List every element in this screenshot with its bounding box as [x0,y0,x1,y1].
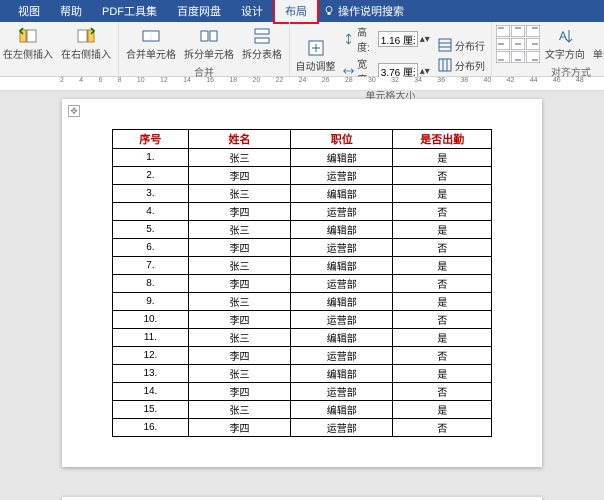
group-cellsize: 自动调整 高度: ▴▾ 宽度: ▴▾ 分布行 [290,22,492,76]
align-bl-icon[interactable] [496,51,510,63]
table-row[interactable]: 3.张三编辑部是 [113,185,492,203]
table-row[interactable]: 7.张三编辑部是 [113,257,492,275]
autofit-button[interactable]: 自动调整 [294,36,337,75]
align-grid[interactable] [496,25,540,63]
align-ml-icon[interactable] [496,38,510,50]
align-br-icon[interactable] [526,51,540,63]
insert-right-icon [76,26,96,46]
split-table-icon [252,26,272,46]
group-align: A 文字方向 单元格边距 对齐方式 [492,22,604,76]
merge-icon [141,26,161,46]
tell-me-search[interactable]: 操作说明搜索 [323,3,404,19]
table-row[interactable]: 9.张三编辑部是 [113,293,492,311]
height-spinner[interactable]: 高度: ▴▾ [342,24,430,54]
group-insert: 在左侧插入 在右侧插入 [0,22,119,76]
table-row[interactable]: 4.李四运营部否 [113,203,492,221]
split-cells-button[interactable]: 拆分单元格 [181,24,237,63]
tab-baidu[interactable]: 百度网盘 [167,0,231,22]
table-row[interactable]: 13.张三编辑部是 [113,365,492,383]
table-row[interactable]: 15.张三编辑部是 [113,401,492,419]
split-table-button[interactable]: 拆分表格 [239,24,285,63]
table-header[interactable]: 职位 [291,130,393,149]
table-row[interactable]: 5.张三编辑部是 [113,221,492,239]
dist-rows-icon [437,37,453,53]
height-icon [342,31,355,47]
autofit-icon [306,38,326,58]
table-header[interactable]: 是否出勤 [393,130,492,149]
tab-design[interactable]: 设计 [231,0,273,22]
height-input[interactable] [378,31,418,47]
table-row[interactable]: 1.张三编辑部是 [113,149,492,167]
align-mc-icon[interactable] [511,38,525,50]
align-tc-icon[interactable] [511,25,525,37]
insert-left-button[interactable]: 在左侧插入 [0,24,56,63]
text-direction-button[interactable]: A 文字方向 [542,24,588,63]
table-header[interactable]: 序号 [113,130,189,149]
table-row[interactable]: 16.李四运营部否 [113,419,492,437]
table-row[interactable]: 10.李四运营部否 [113,311,492,329]
align-mr-icon[interactable] [526,38,540,50]
table-row[interactable]: 14.李四运营部否 [113,383,492,401]
insert-left-icon [18,26,38,46]
svg-text:A: A [559,29,567,43]
table-row[interactable]: 11.张三编辑部是 [113,329,492,347]
attendance-table[interactable]: 序号姓名职位是否出勤 1.张三编辑部是2.李四运营部否3.张三编辑部是4.李四运… [112,129,492,437]
lightbulb-icon [323,5,335,17]
distribute-rows-button[interactable]: 分布行 [435,36,487,54]
document-area[interactable]: ✥ 序号姓名职位是否出勤 1.张三编辑部是2.李四运营部否3.张三编辑部是4.李… [0,91,604,500]
table-row[interactable]: 8.李四运营部否 [113,275,492,293]
split-icon [199,26,219,46]
table-row[interactable]: 6.李四运营部否 [113,239,492,257]
align-bc-icon[interactable] [511,51,525,63]
ribbon: 在左侧插入 在右侧插入 合并单元格 拆分单元格 拆分表格 合并 [0,22,604,77]
tab-layout[interactable]: 布局 [273,0,319,24]
text-dir-icon: A [555,26,575,46]
table-header[interactable]: 姓名 [188,130,290,149]
merge-cells-button[interactable]: 合并单元格 [123,24,179,63]
align-tr-icon[interactable] [526,25,540,37]
table-move-handle[interactable]: ✥ [68,105,80,117]
distribute-cols-button[interactable]: 分布列 [435,56,487,74]
table-row[interactable]: 2.李四运营部否 [113,167,492,185]
search-placeholder: 操作说明搜索 [338,3,404,19]
tab-bar: 视图 帮助 PDF工具集 百度网盘 设计 布局 操作说明搜索 [0,0,604,22]
page-1: ✥ 序号姓名职位是否出勤 1.张三编辑部是2.李四运营部否3.张三编辑部是4.李… [62,99,542,467]
tab-view[interactable]: 视图 [8,0,50,22]
dist-cols-icon [437,57,453,73]
insert-right-button[interactable]: 在右侧插入 [58,24,114,63]
cell-margins-button[interactable]: 单元格边距 [590,24,604,63]
tab-help[interactable]: 帮助 [50,0,92,22]
horizontal-ruler[interactable]: 2468101214161820222426283032343638404244… [0,77,604,91]
group-merge: 合并单元格 拆分单元格 拆分表格 合并 [119,22,290,76]
align-tl-icon[interactable] [496,25,510,37]
table-row[interactable]: 12.李四运营部否 [113,347,492,365]
tab-pdf[interactable]: PDF工具集 [92,0,167,22]
